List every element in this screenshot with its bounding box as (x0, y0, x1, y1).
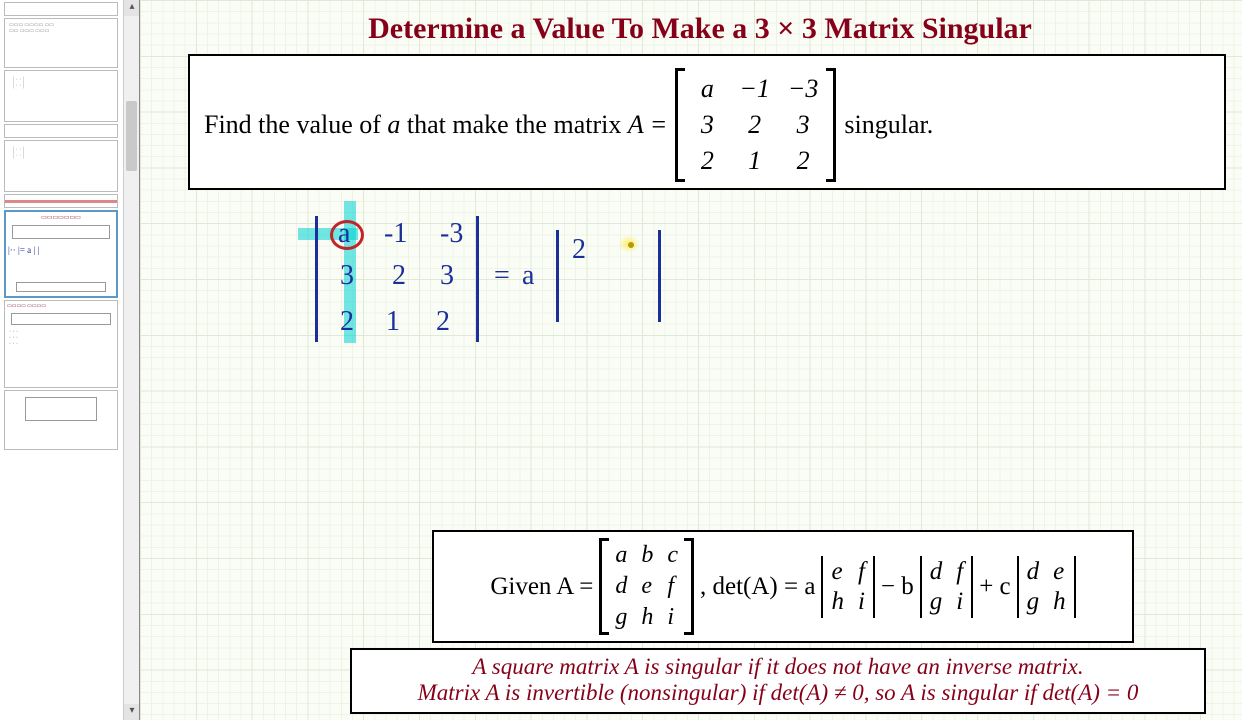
slide-thumbnail[interactable]: ▭▭▭ ▭▭▭▭ ▭▭▭▭ ▭▭▭ ▭▭▭ (4, 18, 118, 68)
thumbnail-scrollbar[interactable]: ▴ ▾ (123, 0, 139, 720)
slide-thumbnail-current[interactable]: ▭▭▭▭▭▭▭ |·· |= a | | (4, 210, 118, 298)
hw-entry: 3 (340, 260, 354, 292)
slide-thumbnail[interactable] (4, 124, 118, 138)
determinant-bar (476, 216, 479, 342)
minus-b: − b (881, 573, 914, 601)
slide-thumbnail[interactable]: | · · || · · | (4, 70, 118, 122)
hw-entry: -1 (384, 218, 407, 250)
given-label: Given A = (490, 573, 593, 601)
problem-text: Find the value of a that make the matrix… (204, 110, 667, 140)
pen-cursor-icon (628, 242, 634, 248)
hw-entry: 2 (340, 306, 354, 338)
matrix-A: a−1−3 323 212 (675, 68, 836, 182)
singular-definition-box: A square matrix A is singular if it does… (350, 648, 1206, 714)
hw-entry: 1 (386, 306, 400, 338)
hw-minor-entry: 2 (572, 234, 586, 266)
scrollbar-handle[interactable] (126, 101, 137, 171)
generic-matrix: abc def ghi (599, 538, 694, 635)
slide-thumbnail[interactable] (4, 390, 118, 450)
scrollbar-track[interactable] (124, 16, 139, 704)
slide-thumbnail[interactable] (4, 2, 118, 16)
thumbnail-list: ▭▭▭ ▭▭▭▭ ▭▭▭▭ ▭▭▭ ▭▭▭ | · · || · · | | ·… (0, 2, 122, 450)
slide-thumbnail-panel: ▭▭▭ ▭▭▭▭ ▭▭▭▭ ▭▭▭ ▭▭▭ | · · || · · | | ·… (0, 0, 140, 720)
problem-tail: singular. (844, 110, 933, 140)
det-label: , det(A) = a (700, 573, 815, 601)
hw-entry: -3 (440, 218, 463, 250)
minor-2: df gi (920, 556, 973, 618)
problem-statement-box: Find the value of a that make the matrix… (188, 54, 1226, 190)
determinant-bar (315, 216, 318, 342)
minor-bar (556, 230, 559, 322)
minor-bar (658, 230, 661, 322)
hw-entry: 3 (440, 260, 454, 292)
slide-title: Determine a Value To Make a 3 × 3 Matrix… (158, 0, 1242, 54)
slide-canvas: Determine a Value To Make a 3 × 3 Matrix… (140, 0, 1242, 720)
scroll-up-icon[interactable]: ▴ (124, 0, 140, 16)
slide-thumbnail[interactable]: ▭▭▭▭ ▭▭▭▭ · · ·· · ·· · · (4, 300, 118, 388)
cofactor-formula-box: Given A = abc def ghi , det(A) = a ef hi… (432, 530, 1134, 643)
hw-coefficient: a (522, 260, 534, 292)
hw-entry: a (338, 218, 350, 250)
hw-entry: 2 (436, 306, 450, 338)
slide-thumbnail[interactable] (4, 194, 118, 208)
minor-1: ef hi (821, 556, 874, 618)
hw-equals: = (494, 260, 510, 292)
slide-thumbnail[interactable]: | · · || · · | (4, 140, 118, 192)
plus-c: + c (979, 573, 1010, 601)
scroll-down-icon[interactable]: ▾ (124, 704, 140, 720)
definition-line-2: Matrix A is invertible (nonsingular) if … (368, 680, 1188, 706)
hw-entry: 2 (392, 260, 406, 292)
definition-line-1: A square matrix A is singular if it does… (368, 654, 1188, 680)
minor-3: de gh (1017, 556, 1076, 618)
